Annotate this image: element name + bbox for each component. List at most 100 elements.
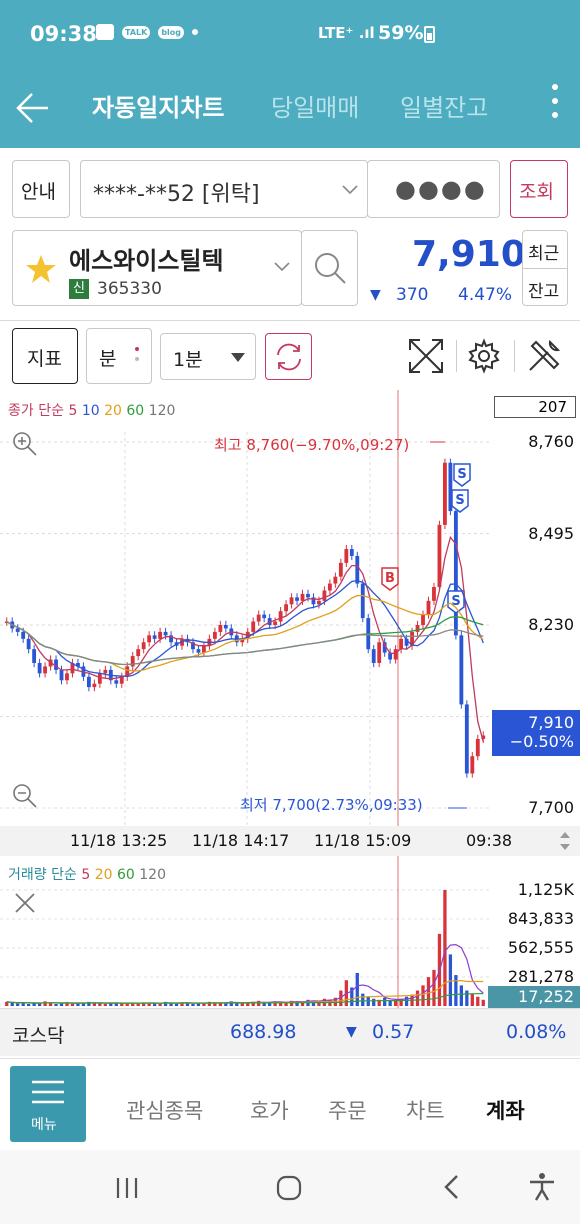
x-axis-bar: 11/18 13:25 11/18 14:17 11/18 15:09 09:38 [0, 826, 580, 856]
current-price: 7,910 [412, 234, 526, 275]
top-nav: 자동일지차트 당일매매 일별잔고 [0, 68, 580, 148]
dots-icon [135, 347, 139, 351]
y-tick-label: 8,495 [528, 523, 574, 543]
candle-body [338, 562, 343, 577]
menu-button[interactable]: 메뉴 [10, 1066, 86, 1142]
candle-body [295, 597, 299, 601]
candle-body [464, 704, 469, 774]
nav-chart[interactable]: 차트 [406, 1095, 445, 1125]
nav-account[interactable]: 계좌 [486, 1095, 525, 1125]
sell-marker: S [447, 590, 465, 614]
candle-body [218, 625, 223, 632]
high-annotation: 최고 8,760(−9.70%,09:27) [214, 436, 410, 454]
tools-icon[interactable] [526, 338, 562, 374]
tab-auto-journal-chart[interactable]: 자동일지차트 [92, 88, 224, 123]
home-icon[interactable] [275, 1174, 303, 1202]
search-icon [315, 253, 346, 284]
search-button[interactable] [301, 230, 358, 306]
back-arrow-icon[interactable] [14, 90, 50, 126]
candle-body [119, 676, 124, 684]
notification-dot-icon [192, 29, 199, 35]
battery-icon [424, 26, 435, 43]
candle-body [114, 680, 119, 684]
sell-marker: S [453, 463, 471, 487]
new-listing-badge: 신 [69, 279, 89, 299]
password-field[interactable]: ●●●● [367, 160, 500, 218]
more-menu-icon[interactable] [552, 84, 560, 126]
candle-body [421, 614, 425, 625]
back-icon[interactable] [442, 1174, 462, 1200]
tab-today-trades[interactable]: 당일매매 [271, 88, 359, 123]
candle-body [32, 649, 37, 663]
ma-header: 종가 단순 5 10 20 60 120 [8, 403, 176, 419]
scroll-arrows-icon[interactable] [558, 829, 572, 853]
candle-body [43, 666, 47, 674]
nav-order[interactable]: 주문 [328, 1095, 367, 1125]
volume-ma-header: 거래량 단순 5 20 60 120 [8, 867, 166, 883]
sell-marker: S [451, 489, 469, 513]
tab-daily-balance[interactable]: 일별잔고 [400, 88, 488, 123]
account-selector[interactable]: ****-**52 [위탁] [80, 160, 368, 218]
guide-button[interactable]: 안내 [12, 160, 70, 218]
svg-text:B: B [385, 571, 395, 586]
candle-body [152, 635, 157, 639]
candle-body [349, 549, 354, 556]
query-button[interactable]: 조회 [510, 160, 568, 218]
candle-body [26, 638, 31, 650]
stock-name: 에스와이스틸텍 [69, 247, 224, 275]
low-annotation: 최저 7,700(2.73%,09:33) [240, 796, 423, 814]
settings-gear-icon[interactable] [466, 338, 502, 374]
change-arrow-icon: ▼ [370, 287, 381, 303]
index-change: 0.57 [372, 1021, 415, 1043]
candle-body [212, 631, 217, 639]
candle-body [278, 611, 283, 622]
refresh-icon [277, 343, 301, 371]
recent-apps-icon[interactable] [114, 1176, 140, 1200]
candle-body [470, 756, 475, 774]
accessibility-icon[interactable] [528, 1172, 556, 1202]
candle-body [15, 628, 20, 632]
interval-select[interactable]: 1분 [160, 333, 256, 380]
candle-body [289, 597, 294, 605]
refresh-button[interactable] [265, 333, 312, 380]
dropdown-triangle-icon [231, 353, 245, 362]
candle-count-box: 207 [494, 396, 576, 418]
candle-body [443, 462, 447, 525]
unit-button[interactable]: 분 [86, 328, 152, 384]
indicator-button[interactable]: 지표 [12, 328, 78, 384]
svg-text:S: S [455, 493, 464, 508]
candle-body [37, 662, 42, 674]
index-bar: 코스닥 688.98 ▼ 0.57 0.08% [0, 1008, 580, 1056]
star-icon[interactable] [25, 253, 57, 285]
nav-watchlist[interactable]: 관심종목 [126, 1095, 203, 1125]
candles: BSSS [4, 441, 486, 809]
zoom-out-icon[interactable] [11, 782, 39, 810]
nav-quote[interactable]: 호가 [250, 1095, 289, 1125]
volume-chart[interactable]: 거래량 단순 5 20 60 120 1,125K 843,833 562,555 2… [0, 856, 580, 1008]
stock-code: 365330 [97, 279, 162, 299]
candle-body [284, 604, 288, 612]
fullscreen-icon[interactable] [408, 338, 444, 374]
candle-body [103, 669, 108, 674]
price-chart[interactable]: BSSS 종가 단순 5 10 20 60 120 207 최고 8,760(−… [0, 390, 580, 826]
hamburger-icon [32, 1080, 64, 1104]
current-price-tag: 7,910 −0.50% [492, 710, 580, 756]
candle-body [333, 576, 338, 584]
x-tick-label: 11/18 13:25 [70, 831, 168, 850]
recent-balance-toggle[interactable]: 최근 잔고 [522, 230, 568, 306]
stock-selector[interactable]: 에스와이스틸텍 신 365330 [12, 230, 302, 306]
candle-body [377, 642, 382, 663]
candle-body [86, 676, 91, 688]
y-tick-label: 7,700 [528, 798, 574, 817]
price-change: 370 [396, 285, 429, 305]
candle-body [273, 621, 278, 625]
system-nav [0, 1150, 580, 1224]
candle-body [322, 590, 327, 601]
vol-ma5-line [6, 943, 484, 1004]
close-icon[interactable] [14, 892, 36, 914]
candle-body [327, 583, 332, 591]
candle-body [256, 614, 261, 622]
x-tick-label: 11/18 15:09 [314, 831, 412, 850]
candle-body [262, 614, 267, 619]
zoom-in-icon[interactable] [11, 430, 39, 458]
